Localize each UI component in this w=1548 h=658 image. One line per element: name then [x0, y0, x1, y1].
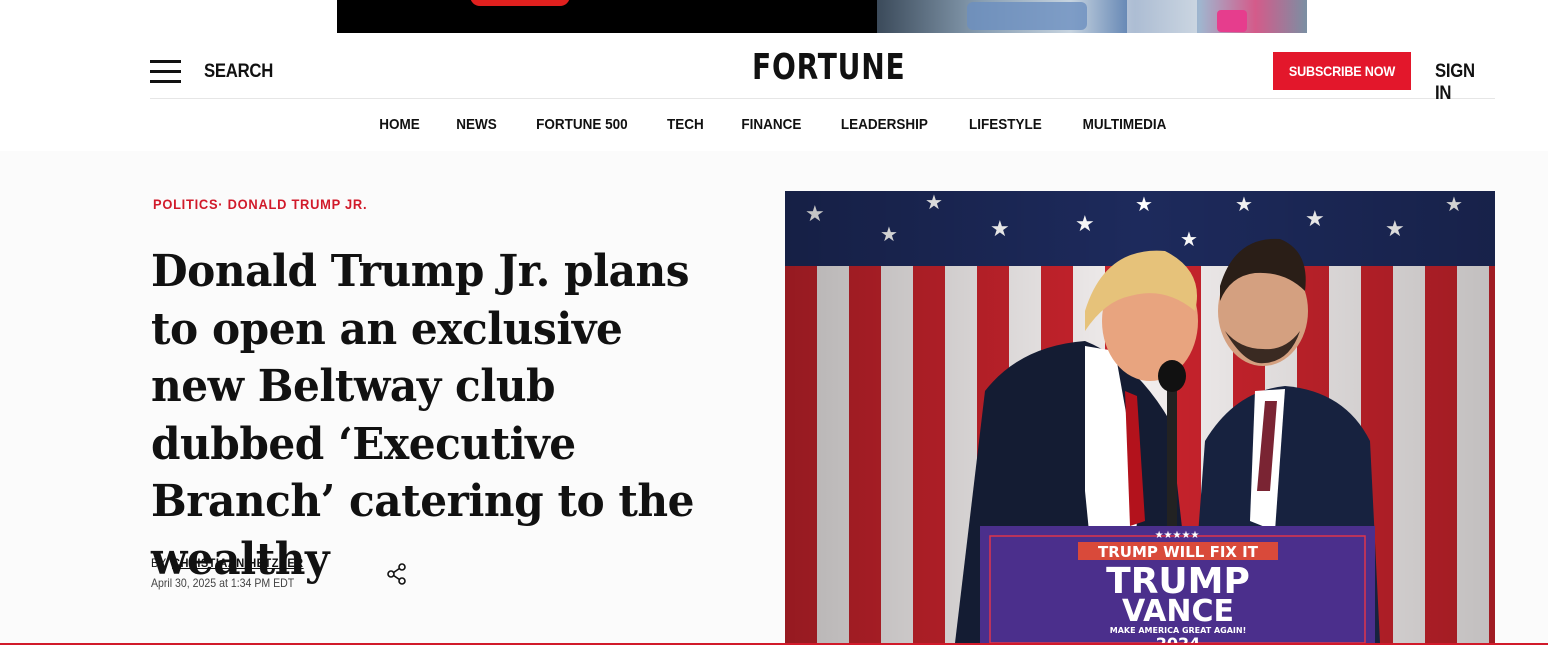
menu-icon[interactable]: [150, 60, 181, 84]
article-hero-section: POLITICS· DONALD TRUMP JR. Donald Trump …: [0, 151, 1548, 643]
byline: BY CHRISTIAAN HETZNER: [151, 556, 304, 570]
podium-line-2: VANCE: [1122, 594, 1234, 629]
nav-item-multimedia[interactable]: MULTIMEDIA: [1078, 100, 1171, 133]
byline-prefix: BY: [151, 556, 167, 570]
site-header: SEARCH FORTUNE SUBSCRIBE NOW SIGN IN: [150, 33, 1495, 104]
ad-cta-button[interactable]: [470, 0, 570, 6]
publish-date: April 30, 2025 at 1:34 PM EDT: [151, 576, 295, 590]
nav-item-label: TECH: [666, 116, 704, 133]
subscribe-button[interactable]: SUBSCRIBE NOW: [1273, 52, 1411, 90]
category-link-politics[interactable]: POLITICS: [153, 196, 218, 212]
nav-item-label: LIFESTYLE: [969, 116, 1042, 133]
podium-year: 2024: [1156, 634, 1201, 643]
nav-item-label: LEADERSHIP: [841, 116, 929, 133]
category-link-donald-trump-jr[interactable]: DONALD TRUMP JR.: [228, 196, 368, 212]
nav-item-fortune-500[interactable]: FORTUNE 500: [531, 100, 633, 133]
nav-item-label: MULTIMEDIA: [1082, 116, 1167, 133]
article-category: POLITICS· DONALD TRUMP JR.: [153, 196, 367, 212]
site-logo[interactable]: FORTUNE: [752, 50, 906, 86]
podium-tag: TRUMP WILL FIX IT: [1098, 543, 1259, 561]
nav-item-label: FORTUNE 500: [536, 116, 628, 133]
podium-stars: ★★★★★: [1155, 530, 1200, 541]
nav-item-lifestyle[interactable]: LIFESTYLE: [965, 100, 1046, 133]
ad-image: [877, 0, 1307, 33]
ad-banner[interactable]: [337, 0, 1307, 33]
nav-item-label: FINANCE: [740, 116, 801, 133]
nav-item-label: NEWS: [456, 116, 497, 133]
search-button[interactable]: SEARCH: [204, 61, 273, 83]
nav-item-news[interactable]: NEWS: [454, 100, 499, 133]
nav-item-finance[interactable]: FINANCE: [738, 100, 805, 133]
share-icon[interactable]: [385, 562, 409, 586]
hero-image: ★ ★ ★ ★ ★ ★ ★ ★ ★ ★ ★: [785, 191, 1495, 643]
nav-item-tech[interactable]: TECH: [665, 100, 706, 133]
author-link[interactable]: CHRISTIAAN HETZNER: [172, 556, 304, 570]
nav-item-home[interactable]: HOME: [377, 100, 422, 133]
subscribe-label: SUBSCRIBE NOW: [1288, 63, 1396, 79]
article-headline: Donald Trump Jr. plans to open an exclus…: [151, 246, 695, 585]
category-separator: ·: [218, 196, 228, 212]
nav-item-leadership[interactable]: LEADERSHIP: [836, 100, 933, 133]
nav-item-label: HOME: [379, 116, 420, 133]
main-nav: HOME NEWS FORTUNE 500 TECH FINANCE LEADERSHIP…: [0, 100, 1548, 150]
sign-in-link[interactable]: SIGN IN: [1435, 61, 1488, 105]
section-divider: [0, 643, 1548, 645]
